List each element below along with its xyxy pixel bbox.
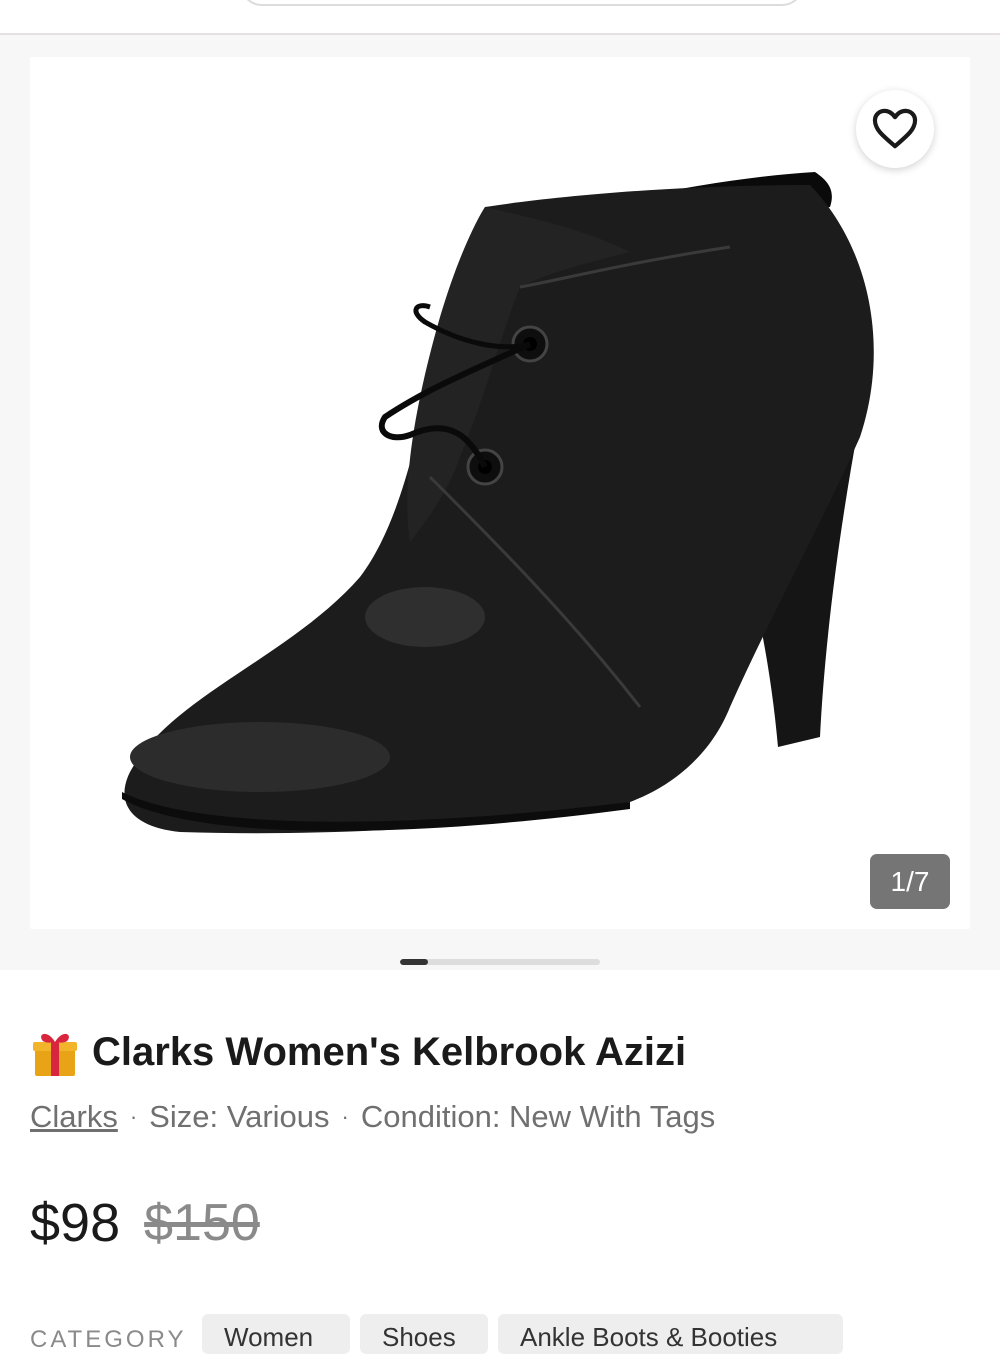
meta-separator: · <box>129 1104 138 1129</box>
category-label: CATEGORY <box>30 1326 187 1353</box>
listing-meta: Clarks · Size: Various · Condition: New … <box>30 1095 970 1139</box>
category-chip-women[interactable]: Women <box>202 1314 350 1354</box>
image-counter: 1/7 <box>870 854 950 909</box>
gift-icon <box>33 1033 77 1076</box>
brand-link[interactable]: Clarks <box>30 1099 118 1135</box>
listing-title: Clarks Women's Kelbrook Azizi <box>92 1030 687 1074</box>
gallery-progress <box>400 959 600 965</box>
condition-text: Condition: New With Tags <box>360 1099 716 1134</box>
meta-separator: · <box>341 1104 349 1129</box>
product-image-gallery[interactable]: 1/7 <box>30 57 970 929</box>
category-chip-shoes[interactable]: Shoes <box>360 1314 488 1354</box>
price-row: $98 $150 <box>30 1190 260 1255</box>
original-price: $150 <box>144 1193 260 1252</box>
category-row: CATEGORY Women Shoes Ankle Boots & Booti… <box>30 1314 1000 1354</box>
search-bar[interactable] <box>240 0 804 6</box>
category-chip-ankle-boots[interactable]: Ankle Boots & Booties <box>498 1314 843 1354</box>
boot-image <box>122 172 874 834</box>
heart-icon <box>872 108 918 149</box>
title-row: Clarks Women's Kelbrook Azizi <box>30 1025 970 1080</box>
size-text: Size: Various <box>149 1099 330 1134</box>
gallery-progress-fill <box>400 959 428 965</box>
favorite-button[interactable] <box>856 90 934 168</box>
top-bar <box>0 0 1000 35</box>
price: $98 <box>30 1192 121 1253</box>
